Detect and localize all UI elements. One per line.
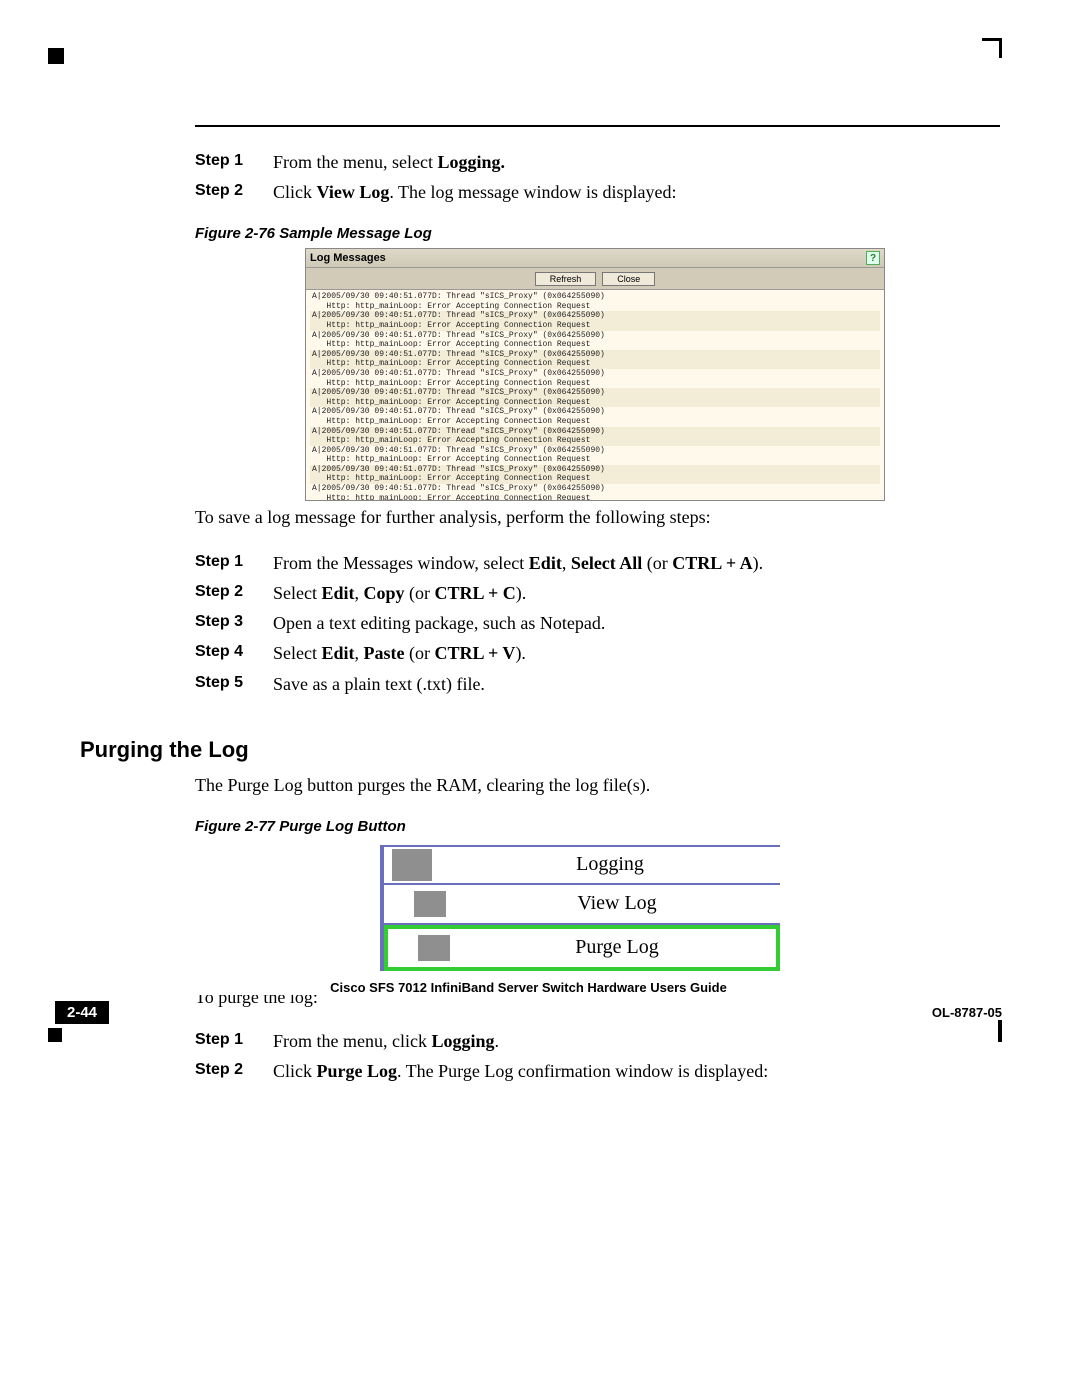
log-line: A|2005/09/30 09:40:51.077D: Thread "sICS… bbox=[310, 427, 880, 437]
log-line: A|2005/09/30 09:40:51.077D: Thread "sICS… bbox=[310, 388, 880, 398]
menu-label-logging: Logging bbox=[440, 853, 780, 876]
log-window-titlebar: Log Messages ? bbox=[306, 249, 884, 268]
log-window-title: Log Messages bbox=[310, 252, 386, 264]
log-line: Http: http_mainLoop: Error Accepting Con… bbox=[310, 436, 880, 446]
step-text: Open a text editing package, such as Not… bbox=[273, 610, 605, 636]
step-text: Click View Log. The log message window i… bbox=[273, 179, 676, 205]
menu-label-purge-log: Purge Log bbox=[458, 936, 776, 959]
figure-77-menu: Logging View Log Purge Log bbox=[380, 841, 780, 975]
step-label: Step 2 bbox=[195, 580, 273, 606]
figure-76-caption: Figure 2-76 Sample Message Log bbox=[195, 225, 1000, 242]
figure-77-caption: Figure 2-77 Purge Log Button bbox=[195, 818, 1000, 835]
section-purging-heading: Purging the Log bbox=[80, 737, 1000, 763]
step-row: Step 1From the menu, click Logging. bbox=[195, 1028, 1000, 1054]
log-line: Http: http_mainLoop: Error Accepting Con… bbox=[310, 379, 880, 389]
log-line: A|2005/09/30 09:40:51.077D: Thread "sICS… bbox=[310, 369, 880, 379]
menu-row-logging[interactable]: Logging bbox=[384, 845, 780, 885]
step-text: Select Edit, Copy (or CTRL + C). bbox=[273, 580, 526, 606]
log-line: A|2005/09/30 09:40:51.077D: Thread "sICS… bbox=[310, 407, 880, 417]
after-fig76-text: To save a log message for further analys… bbox=[195, 507, 1000, 528]
step-row: Step 2Click View Log. The log message wi… bbox=[195, 179, 1000, 205]
log-line: A|2005/09/30 09:40:51.077D: Thread "sICS… bbox=[310, 350, 880, 360]
log-line: Http: http_mainLoop: Error Accepting Con… bbox=[310, 340, 880, 350]
step-row: Step 2Select Edit, Copy (or CTRL + C). bbox=[195, 580, 1000, 606]
step-label: Step 2 bbox=[195, 1058, 273, 1084]
log-line: Http: http_mainLoop: Error Accepting Con… bbox=[310, 398, 880, 408]
page-footer: Cisco SFS 7012 InfiniBand Server Switch … bbox=[55, 990, 1002, 1024]
doc-id: OL-8787-05 bbox=[932, 1005, 1002, 1020]
log-line: Http: http_mainLoop: Error Accepting Con… bbox=[310, 359, 880, 369]
step-label: Step 4 bbox=[195, 640, 273, 666]
menu-row-view-log[interactable]: View Log bbox=[384, 885, 780, 925]
step-label: Step 1 bbox=[195, 550, 273, 576]
log-line: Http: http_mainLoop: Error Accepting Con… bbox=[310, 494, 880, 501]
step-label: Step 5 bbox=[195, 671, 273, 697]
log-line: A|2005/09/30 09:40:51.077D: Thread "sICS… bbox=[310, 292, 880, 302]
menu-icon bbox=[418, 935, 450, 961]
log-line: Http: http_mainLoop: Error Accepting Con… bbox=[310, 474, 880, 484]
step-text: From the menu, click Logging. bbox=[273, 1028, 499, 1054]
log-line: Http: http_mainLoop: Error Accepting Con… bbox=[310, 417, 880, 427]
figure-76-window: Log Messages ? Refresh Close A|2005/09/3… bbox=[305, 248, 885, 501]
log-line: A|2005/09/30 09:40:51.077D: Thread "sICS… bbox=[310, 446, 880, 456]
section-purging-text: The Purge Log button purges the RAM, cle… bbox=[195, 773, 1000, 798]
step-row: Step 5Save as a plain text (.txt) file. bbox=[195, 671, 1000, 697]
step-row: Step 1From the Messages window, select E… bbox=[195, 550, 1000, 576]
menu-icon bbox=[414, 891, 446, 917]
footer-doc-title: Cisco SFS 7012 InfiniBand Server Switch … bbox=[55, 980, 1002, 995]
step-label: Step 1 bbox=[195, 149, 273, 175]
refresh-button[interactable]: Refresh bbox=[535, 272, 597, 286]
steps-block-b: Step 1From the Messages window, select E… bbox=[195, 550, 1000, 696]
step-label: Step 3 bbox=[195, 610, 273, 636]
crop-mark-br bbox=[998, 1020, 1002, 1042]
step-label: Step 2 bbox=[195, 179, 273, 205]
crop-mark-tr bbox=[982, 38, 1002, 58]
log-line: A|2005/09/30 09:40:51.077D: Thread "sICS… bbox=[310, 465, 880, 475]
step-row: Step 3Open a text editing package, such … bbox=[195, 610, 1000, 636]
log-line: Http: http_mainLoop: Error Accepting Con… bbox=[310, 321, 880, 331]
log-line: Http: http_mainLoop: Error Accepting Con… bbox=[310, 302, 880, 312]
rule-top bbox=[195, 125, 1000, 127]
menu-row-purge-log[interactable]: Purge Log bbox=[384, 925, 780, 971]
step-text: From the Messages window, select Edit, S… bbox=[273, 550, 763, 576]
steps-block-c: Step 1From the menu, click Logging.Step … bbox=[195, 1028, 1000, 1084]
log-line: A|2005/09/30 09:40:51.077D: Thread "sICS… bbox=[310, 331, 880, 341]
log-window-toolbar: Refresh Close bbox=[306, 268, 884, 290]
step-row: Step 1From the menu, select Logging. bbox=[195, 149, 1000, 175]
help-icon[interactable]: ? bbox=[866, 251, 880, 265]
menu-label-view-log: View Log bbox=[454, 892, 780, 915]
step-row: Step 2Click Purge Log. The Purge Log con… bbox=[195, 1058, 1000, 1084]
log-body: A|2005/09/30 09:40:51.077D: Thread "sICS… bbox=[306, 290, 884, 500]
log-line: A|2005/09/30 09:40:51.077D: Thread "sICS… bbox=[310, 311, 880, 321]
step-text: Save as a plain text (.txt) file. bbox=[273, 671, 485, 697]
crop-mark-tl bbox=[48, 48, 64, 64]
step-text: Select Edit, Paste (or CTRL + V). bbox=[273, 640, 526, 666]
crop-mark-bl bbox=[48, 1028, 62, 1042]
menu-icon bbox=[392, 849, 432, 881]
page-number-badge: 2-44 bbox=[55, 1001, 109, 1024]
step-text: From the menu, select Logging. bbox=[273, 149, 505, 175]
log-line: Http: http_mainLoop: Error Accepting Con… bbox=[310, 455, 880, 465]
step-label: Step 1 bbox=[195, 1028, 273, 1054]
step-row: Step 4Select Edit, Paste (or CTRL + V). bbox=[195, 640, 1000, 666]
log-line: A|2005/09/30 09:40:51.077D: Thread "sICS… bbox=[310, 484, 880, 494]
close-button[interactable]: Close bbox=[602, 272, 655, 286]
steps-block-a: Step 1From the menu, select Logging.Step… bbox=[195, 149, 1000, 205]
step-text: Click Purge Log. The Purge Log confirmat… bbox=[273, 1058, 768, 1084]
